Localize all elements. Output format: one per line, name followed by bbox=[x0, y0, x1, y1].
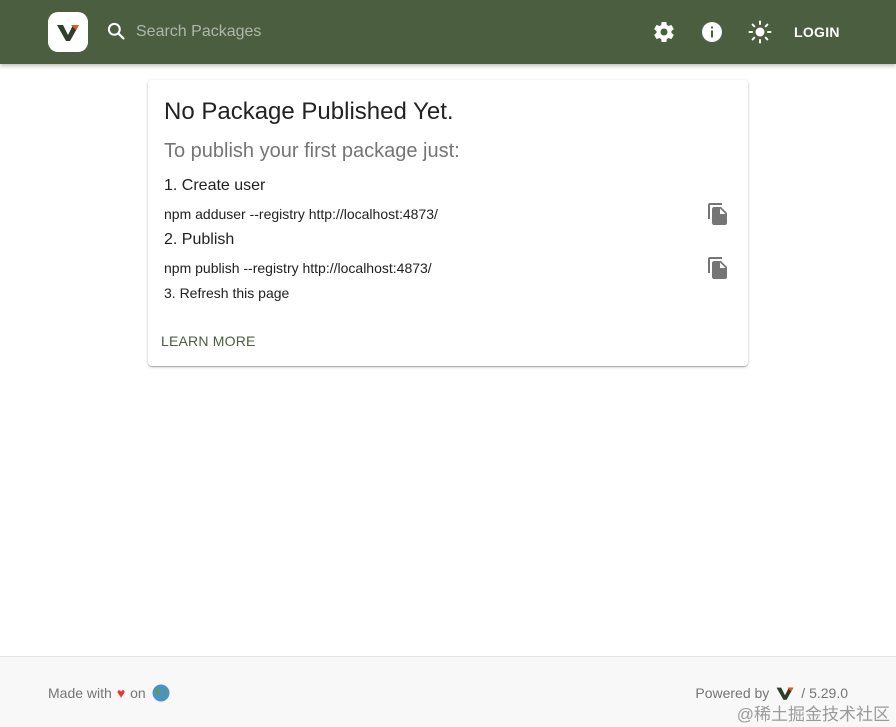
made-with-text: Made with ♥ on bbox=[48, 684, 170, 702]
step-publish: 2. Publish bbox=[164, 231, 235, 248]
copy-adduser-icon[interactable] bbox=[706, 202, 730, 226]
heart-icon: ♥ bbox=[116, 685, 126, 701]
powered-by-label: Powered by bbox=[695, 685, 770, 701]
search-icon bbox=[107, 22, 125, 40]
watermark: @稀土掘金技术社区 bbox=[736, 705, 890, 724]
no-package-card: No Package Published Yet. To publish you… bbox=[148, 80, 748, 366]
step-create-user: 1. Create user bbox=[164, 177, 266, 194]
made-with-label: Made with bbox=[48, 685, 112, 701]
settings-gear-icon[interactable] bbox=[652, 20, 676, 44]
info-icon[interactable] bbox=[700, 20, 724, 44]
step-refresh: 3. Refresh this page bbox=[164, 285, 290, 301]
card-subtitle: To publish your first package just: bbox=[164, 140, 460, 162]
verdaccio-v-icon bbox=[57, 25, 79, 41]
login-button[interactable]: LOGIN bbox=[786, 16, 848, 48]
copy-publish-icon[interactable] bbox=[706, 256, 730, 280]
verdaccio-logo[interactable] bbox=[48, 12, 88, 52]
theme-brightness-icon[interactable] bbox=[748, 20, 772, 44]
app-bar: LOGIN bbox=[0, 0, 896, 64]
publish-command: npm publish --registry http://localhost:… bbox=[164, 260, 432, 276]
globe-earth-icon bbox=[152, 684, 170, 702]
version-label: / 5.29.0 bbox=[801, 685, 848, 701]
learn-more-button[interactable]: LEARN MORE bbox=[161, 333, 256, 349]
search-input[interactable] bbox=[136, 18, 436, 46]
card-title: No Package Published Yet. bbox=[164, 98, 454, 125]
adduser-command: npm adduser --registry http://localhost:… bbox=[164, 206, 438, 222]
on-label: on bbox=[130, 685, 146, 701]
